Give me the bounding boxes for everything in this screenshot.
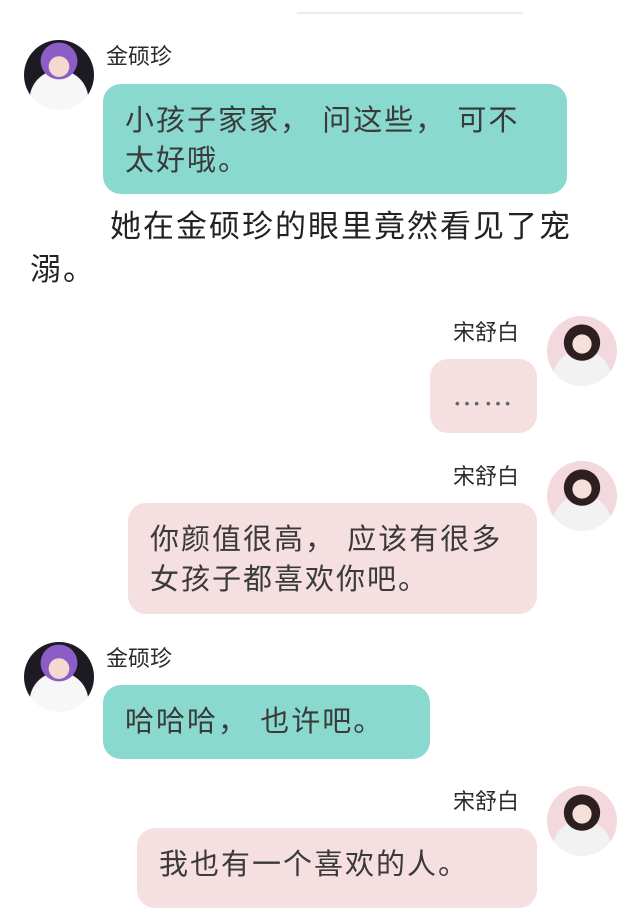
message-bubble[interactable]: 你颜值很高， 应该有很多女孩子都喜欢你吧。 xyxy=(128,503,537,614)
avatar-jin-icon[interactable] xyxy=(24,40,94,110)
avatar-song-icon[interactable] xyxy=(547,461,617,531)
message-text: 我也有一个喜欢的人。 xyxy=(159,847,470,881)
sender-name: 宋舒白 xyxy=(453,321,520,346)
message-bubble[interactable]: 哈哈哈， 也许吧。 xyxy=(103,685,430,759)
avatar-jin-icon[interactable] xyxy=(24,642,94,712)
message-text: 哈哈哈， 也许吧。 xyxy=(125,704,385,738)
sender-name: 宋舒白 xyxy=(453,790,520,815)
previous-message-edge xyxy=(297,0,523,14)
message-bubble[interactable]: …… xyxy=(430,359,537,433)
message-bubble[interactable]: 小孩子家家， 问这些， 可不太好哦。 xyxy=(103,84,567,194)
narration-text: 她在金硕珍的眼里竟然看见了宠溺。 xyxy=(30,209,572,288)
sender-name: 宋舒白 xyxy=(453,465,520,490)
sender-name: 金硕珍 xyxy=(106,647,173,672)
message-text: 小孩子家家， 问这些， 可不太好哦。 xyxy=(125,103,520,177)
message-text: 你颜值很高， 应该有很多女孩子都喜欢你吧。 xyxy=(150,522,503,596)
avatar-song-icon[interactable] xyxy=(547,786,617,856)
message-bubble[interactable]: 我也有一个喜欢的人。 xyxy=(137,828,537,908)
sender-name: 金硕珍 xyxy=(106,45,173,70)
message-text: …… xyxy=(452,378,515,412)
avatar-song-icon[interactable] xyxy=(547,316,617,386)
